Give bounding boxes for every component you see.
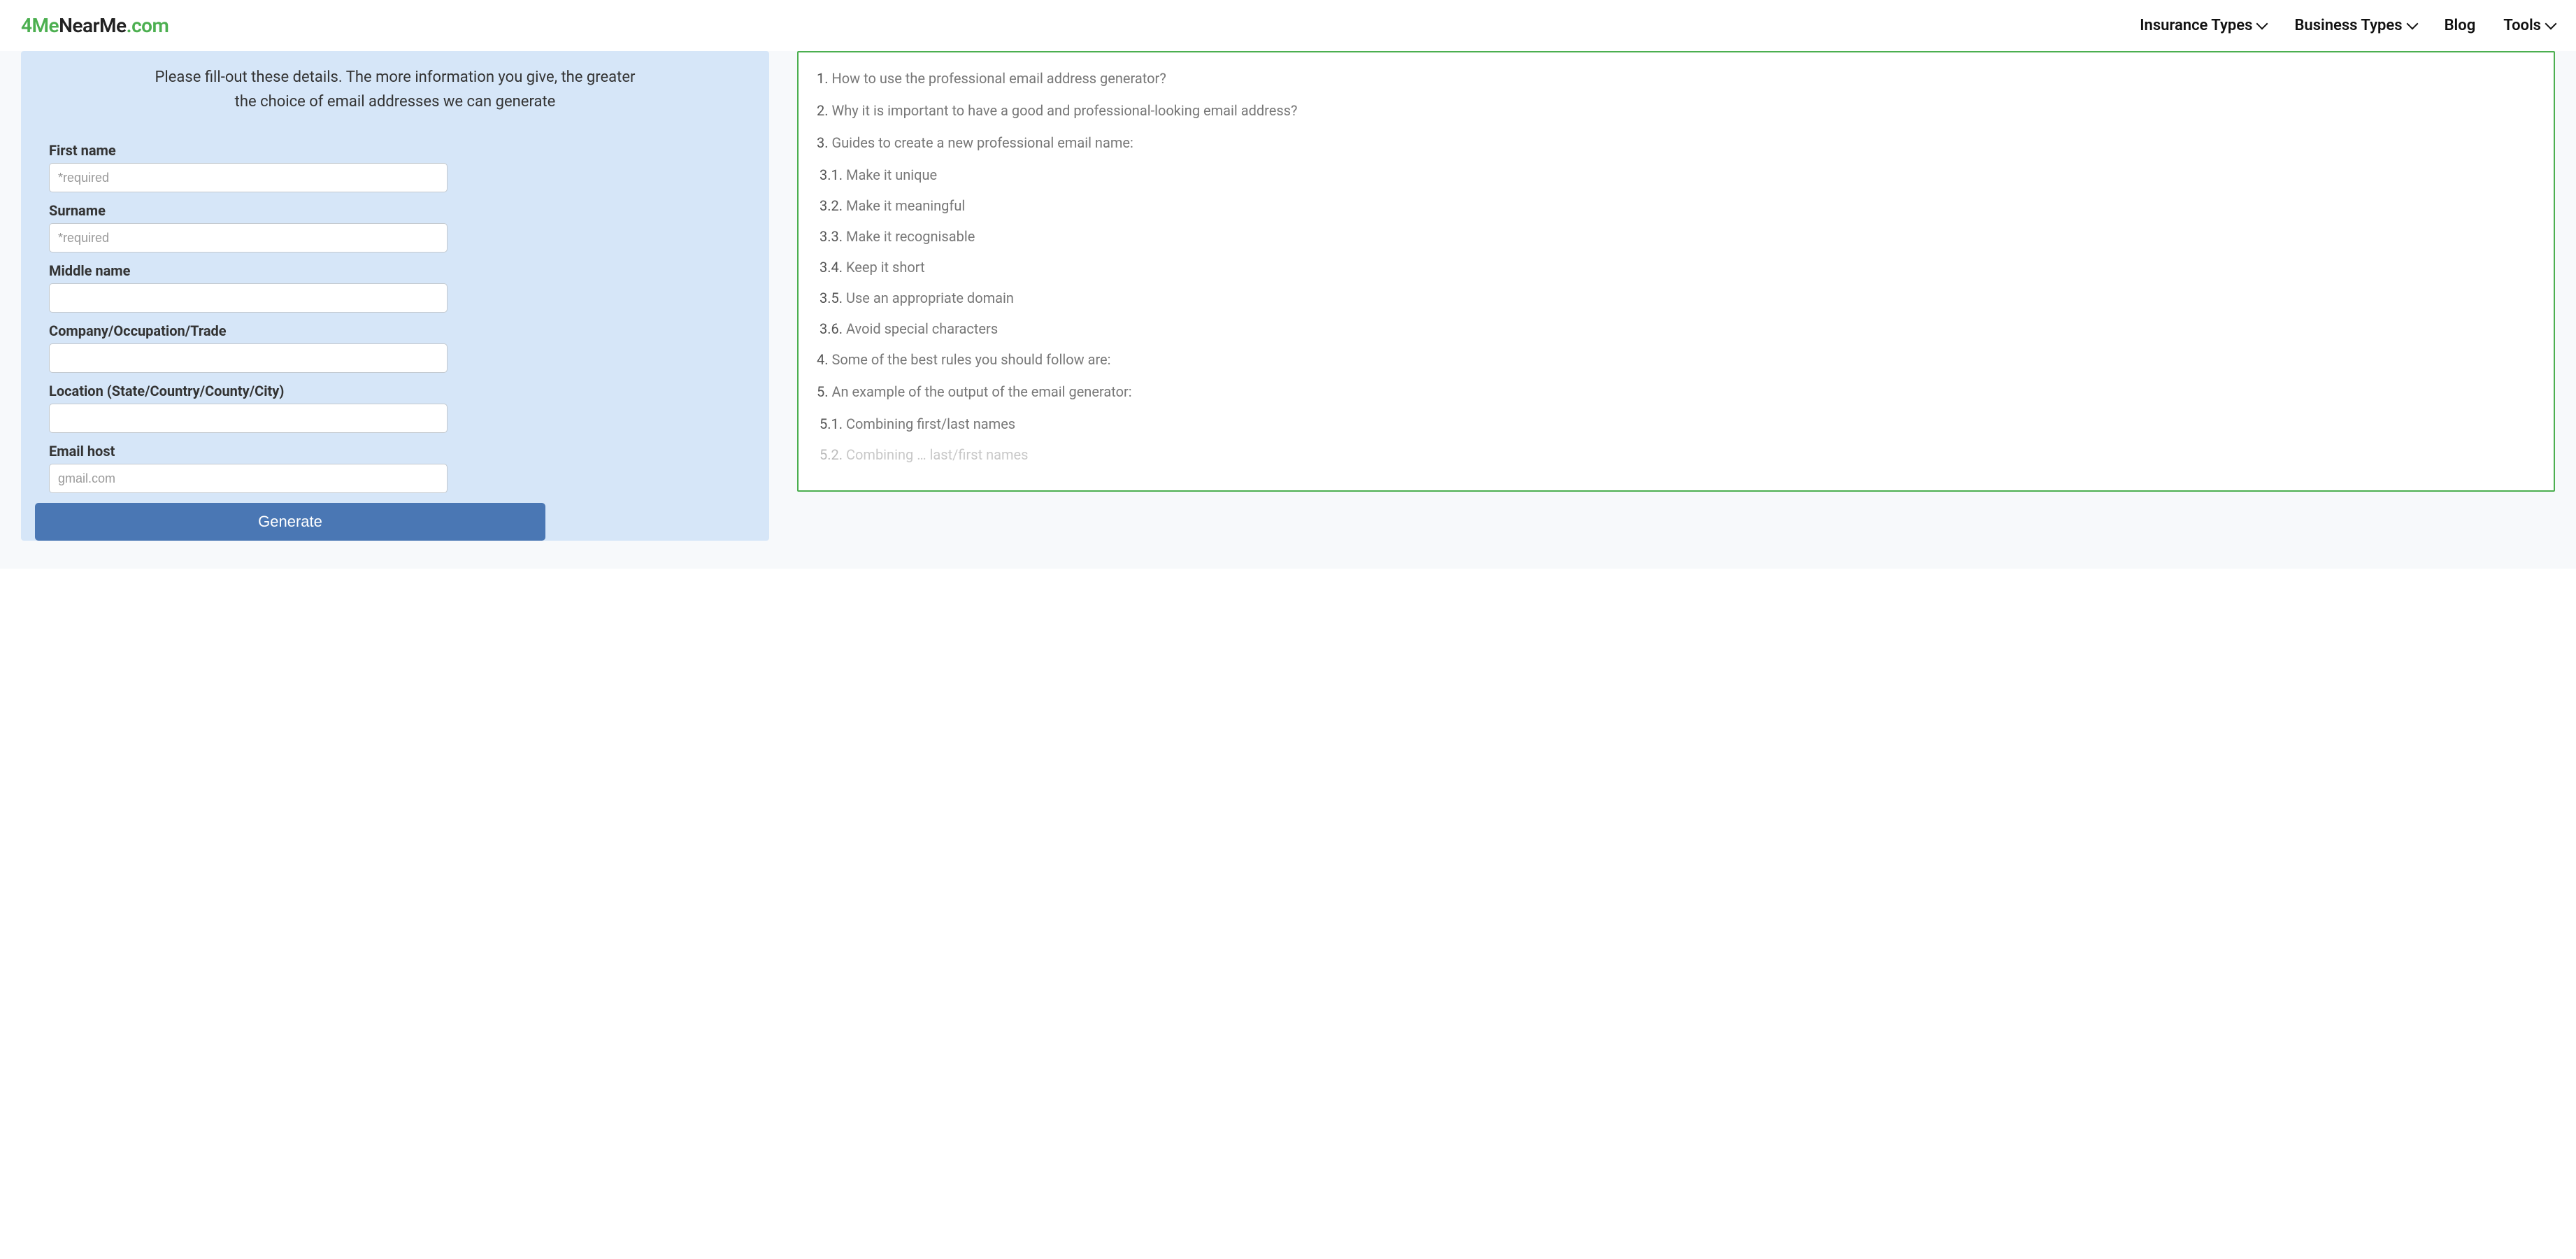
nav-insurance-types[interactable]: Insurance Types [2140,17,2266,34]
toc-num: 2. [817,102,829,119]
toc-item-5[interactable]: 5. An example of the output of the email… [817,381,2535,402]
company-input[interactable] [49,343,448,373]
toc-text: Why it is important to have a good and p… [829,102,1298,119]
nav-blog[interactable]: Blog [2445,17,2476,34]
main-nav: Insurance Types Business Types Blog Tool… [2140,17,2555,34]
toc-item-2[interactable]: 2. Why it is important to have a good an… [817,100,2535,121]
nav-label: Business Types [2294,17,2402,34]
field-location: Location (State/Country/County/City) [49,383,741,439]
toc-text: Combining first/last names [843,415,1015,432]
nav-business-types[interactable]: Business Types [2294,17,2416,34]
toc-item-3-1[interactable]: 3.1. Make it unique [817,164,2535,185]
chevron-down-icon [2545,17,2557,29]
toc-num: 3.1. [820,166,843,183]
toc-item-1[interactable]: 1. How to use the professional email add… [817,68,2535,89]
site-logo[interactable]: 4MeNearMe.com [21,14,169,37]
toc-text: Avoid special characters [843,320,998,337]
middle-name-input[interactable] [49,283,448,313]
logo-part-3: .com [127,14,169,37]
toc-num: 3.5. [820,290,843,306]
surname-input[interactable] [49,223,448,252]
toc-text: Some of the best rules you should follow… [829,351,1111,368]
toc-text: How to use the professional email addres… [829,70,1166,87]
toc-num: 3.3. [820,228,843,245]
chevron-down-icon [2256,17,2268,29]
field-first-name: First name [49,142,741,198]
toc-item-3-4[interactable]: 3.4. Keep it short [817,257,2535,278]
logo-part-1: 4Me [21,14,59,37]
toc-text: Keep it short [843,259,925,276]
toc-num: 4. [817,351,829,368]
generate-button[interactable]: Generate [35,503,545,541]
toc-text: Make it meaningful [843,197,965,214]
nav-label: Tools [2503,17,2541,34]
middle-name-label: Middle name [49,262,741,279]
toc-num: 3.4. [820,259,843,276]
toc-item-3-5[interactable]: 3.5. Use an appropriate domain [817,287,2535,308]
toc-text: An example of the output of the email ge… [829,383,1132,400]
toc-text: Use an appropriate domain [843,290,1014,306]
nav-label: Insurance Types [2140,17,2252,34]
toc-num: 5. [817,383,829,400]
toc-num: 3.6. [820,320,843,337]
first-name-input[interactable] [49,163,448,192]
nav-label: Blog [2445,17,2476,34]
toc-num: 3.2. [820,197,843,214]
location-input[interactable] [49,404,448,433]
surname-label: Surname [49,202,741,219]
first-name-label: First name [49,142,741,159]
toc-text: Guides to create a new professional emai… [829,134,1133,151]
nav-tools[interactable]: Tools [2503,17,2555,34]
toc-text: Make it recognisable [843,228,975,245]
table-of-contents: 1. How to use the professional email add… [797,51,2555,492]
toc-num: 5.1. [820,415,843,432]
toc-num: 1. [817,70,829,87]
toc-item-3-6[interactable]: 3.6. Avoid special characters [817,318,2535,339]
toc-text: Combining … last/first names [843,446,1028,463]
company-label: Company/Occupation/Trade [49,322,741,339]
location-label: Location (State/Country/County/City) [49,383,741,399]
toc-text: Make it unique [843,166,937,183]
field-email-host: Email host [49,443,741,499]
toc-item-3-3[interactable]: 3.3. Make it recognisable [817,226,2535,247]
email-generator-form-panel: Please fill-out these details. The more … [21,51,769,541]
email-host-input[interactable] [49,464,448,493]
field-surname: Surname [49,202,741,258]
site-header: 4MeNearMe.com Insurance Types Business T… [0,0,2576,51]
toc-item-3-2[interactable]: 3.2. Make it meaningful [817,195,2535,216]
toc-item-4[interactable]: 4. Some of the best rules you should fol… [817,349,2535,370]
toc-item-5-2[interactable]: 5.2. Combining … last/first names [817,444,2535,465]
page-body: Please fill-out these details. The more … [0,51,2576,569]
toc-num: 3. [817,134,829,151]
field-company: Company/Occupation/Trade [49,322,741,378]
email-host-label: Email host [49,443,741,460]
logo-part-2: NearMe [59,14,127,37]
field-middle-name: Middle name [49,262,741,318]
toc-item-5-1[interactable]: 5.1. Combining first/last names [817,413,2535,434]
toc-item-3[interactable]: 3. Guides to create a new professional e… [817,132,2535,153]
chevron-down-icon [2406,17,2418,29]
toc-num: 5.2. [820,446,843,463]
form-intro-text: Please fill-out these details. The more … [150,65,640,114]
